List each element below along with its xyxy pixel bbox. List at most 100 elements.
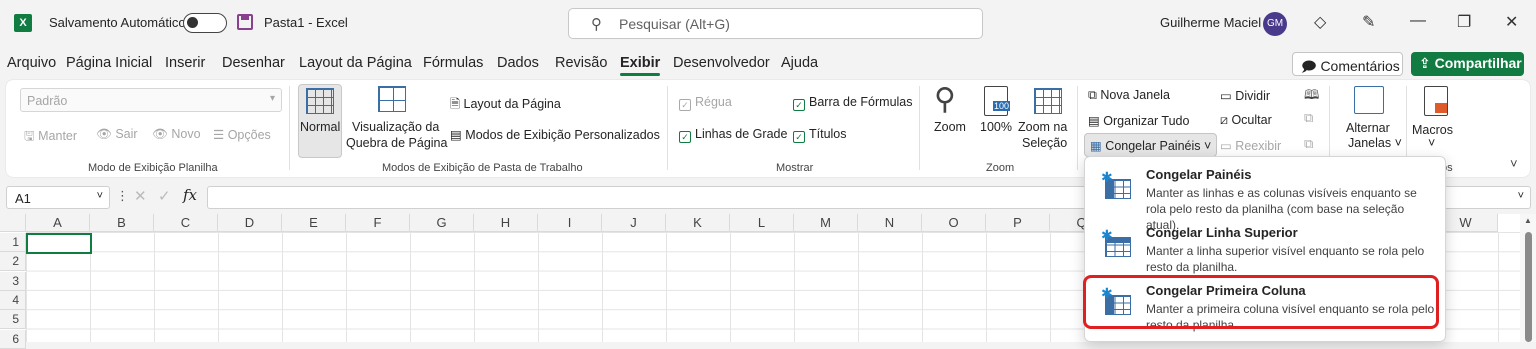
- reset-position-icon[interactable]: ⧉: [1304, 136, 1313, 152]
- options-button[interactable]: ☰ Opções: [213, 127, 271, 142]
- headings-checkbox[interactable]: ✓ Títulos: [793, 127, 847, 143]
- column-header[interactable]: O: [922, 214, 986, 232]
- keep-icon: 🖫: [24, 129, 39, 143]
- menu-item-freeze-panes[interactable]: ✱ Congelar Painéis Manter as linhas e as…: [1085, 159, 1447, 232]
- chevron-down-icon: ˅: [1391, 136, 1402, 150]
- tab-arquivo[interactable]: Arquivo: [7, 55, 56, 71]
- column-header[interactable]: H: [474, 214, 538, 232]
- column-header[interactable]: E: [282, 214, 346, 232]
- column-header[interactable]: N: [858, 214, 922, 232]
- freeze-top-row-icon: ✱: [1101, 227, 1131, 257]
- hide-label: Ocultar: [1231, 113, 1272, 127]
- new-view-button[interactable]: 👁 Novo: [152, 127, 201, 142]
- unhide-label: Reexibir: [1235, 139, 1282, 153]
- name-box[interactable]: A1 ˅: [6, 186, 110, 209]
- column-header[interactable]: D: [218, 214, 282, 232]
- eye-icon: 👁: [96, 127, 116, 141]
- hide-icon: ⧄: [1220, 113, 1232, 127]
- tab-desenvolvedor[interactable]: Desenvolvedor: [673, 55, 770, 71]
- column-header[interactable]: I: [538, 214, 602, 232]
- close-icon[interactable]: ✕: [1505, 12, 1518, 32]
- formula-bar-checkbox[interactable]: ✓ Barra de Fórmulas: [793, 95, 913, 111]
- page-layout-button[interactable]: 🗎 Layout da Página: [450, 95, 561, 116]
- check-icon: ✓: [793, 99, 805, 111]
- split-button[interactable]: ▭ Dividir: [1220, 88, 1270, 103]
- search-placeholder: Pesquisar (Alt+G): [619, 16, 730, 32]
- keep-button[interactable]: 🖫 Manter: [24, 127, 77, 148]
- scrollbar-thumb[interactable]: [1525, 232, 1532, 342]
- row-header[interactable]: 3: [0, 271, 26, 291]
- menu-item-freeze-top-row[interactable]: ✱ Congelar Linha Superior Manter a linha…: [1085, 217, 1447, 275]
- column-header[interactable]: P: [986, 214, 1050, 232]
- tab-inserir[interactable]: Inserir: [165, 55, 205, 71]
- column-header[interactable]: A: [26, 214, 90, 232]
- sync-scroll-icon[interactable]: ⧉: [1304, 110, 1313, 126]
- menu-item-title: Congelar Linha Superior: [1146, 225, 1298, 240]
- macros-button[interactable]: Macros: [1412, 123, 1453, 137]
- tab-layout-da-pagina[interactable]: Layout da Página: [299, 55, 412, 71]
- page-break-label-2[interactable]: Quebra de Página: [346, 136, 447, 150]
- tab-formulas[interactable]: Fórmulas: [423, 55, 483, 71]
- zoom-selection-label-2[interactable]: Seleção: [1022, 136, 1067, 150]
- cancel-icon[interactable]: ✕: [134, 187, 147, 205]
- menu-item-title: Congelar Painéis: [1146, 167, 1252, 182]
- column-header[interactable]: B: [90, 214, 154, 232]
- switch-windows-label-2[interactable]: Janelas ˅: [1348, 136, 1402, 150]
- row-header[interactable]: 2: [0, 252, 26, 272]
- ruler-checkbox[interactable]: ✓ Régua: [679, 95, 732, 111]
- selected-cell[interactable]: [26, 233, 92, 254]
- custom-views-button[interactable]: ▤ Modos de Exibição Personalizados: [450, 127, 660, 142]
- restore-icon[interactable]: ❐: [1457, 12, 1471, 32]
- sheet-view-combo[interactable]: Padrão ▾: [20, 88, 282, 112]
- minimize-icon[interactable]: —: [1410, 12, 1426, 30]
- page-break-label-1[interactable]: Visualização da: [352, 120, 439, 134]
- row-header[interactable]: 1: [0, 233, 26, 252]
- row-header[interactable]: 5: [0, 310, 26, 330]
- ruler-label: Régua: [695, 95, 732, 109]
- column-header[interactable]: K: [666, 214, 730, 232]
- vertical-scrollbar[interactable]: ▲: [1520, 214, 1536, 342]
- avatar[interactable]: GM: [1263, 12, 1287, 36]
- column-header[interactable]: L: [730, 214, 794, 232]
- arrange-all-button[interactable]: ▤ Organizar Tudo: [1088, 113, 1189, 128]
- autosave-toggle[interactable]: [183, 13, 227, 33]
- tab-dados[interactable]: Dados: [497, 55, 539, 71]
- row-header[interactable]: 4: [0, 290, 26, 310]
- hide-button[interactable]: ⧄ Ocultar: [1220, 113, 1272, 128]
- switch-windows-label-1[interactable]: Alternar: [1346, 121, 1390, 135]
- tab-pagina-inicial[interactable]: Página Inicial: [66, 55, 152, 71]
- tab-revisao[interactable]: Revisão: [555, 55, 607, 71]
- scroll-up-icon[interactable]: ▲: [1524, 216, 1532, 225]
- pen-icon[interactable]: ✎: [1362, 12, 1375, 32]
- insert-function-icon[interactable]: fx: [183, 186, 197, 204]
- zoom-button[interactable]: Zoom: [934, 120, 966, 134]
- share-button[interactable]: ⇪ Compartilhar: [1411, 52, 1524, 76]
- chevron-down-icon[interactable]: ˅: [1428, 136, 1435, 150]
- column-header[interactable]: C: [154, 214, 218, 232]
- save-icon[interactable]: [237, 14, 253, 30]
- column-header[interactable]: F: [346, 214, 410, 232]
- enter-icon[interactable]: ✓: [158, 187, 171, 205]
- tab-exibir[interactable]: Exibir: [620, 55, 661, 76]
- separator: [289, 86, 290, 170]
- unhide-button[interactable]: ▭ Reexibir: [1220, 138, 1281, 153]
- comments-button[interactable]: 🗩 Comentários: [1292, 52, 1403, 76]
- tab-ajuda[interactable]: Ajuda: [781, 55, 818, 71]
- gridlines-checkbox[interactable]: ✓ Linhas de Grade: [679, 127, 787, 143]
- zoom-selection-label-1[interactable]: Zoom na: [1018, 120, 1067, 134]
- exit-button[interactable]: 👁 Sair: [96, 127, 138, 142]
- column-header[interactable]: G: [410, 214, 474, 232]
- search-box[interactable]: ⚲ Pesquisar (Alt+G): [568, 8, 983, 39]
- zoom-100-button[interactable]: 100%: [980, 120, 1012, 134]
- new-window-icon: ⧉: [1088, 88, 1101, 102]
- side-by-side-icon[interactable]: 🕮: [1304, 86, 1319, 108]
- collapse-ribbon-icon[interactable]: ˅: [1510, 156, 1518, 171]
- column-header[interactable]: J: [602, 214, 666, 232]
- select-all-corner[interactable]: [0, 214, 26, 232]
- chevron-down-icon: ˅: [1200, 139, 1212, 153]
- diamond-icon[interactable]: ◇: [1314, 12, 1326, 32]
- new-window-button[interactable]: ⧉ Nova Janela: [1088, 88, 1170, 103]
- row-header[interactable]: 6: [0, 329, 26, 349]
- column-header[interactable]: M: [794, 214, 858, 232]
- tab-desenhar[interactable]: Desenhar: [222, 55, 285, 71]
